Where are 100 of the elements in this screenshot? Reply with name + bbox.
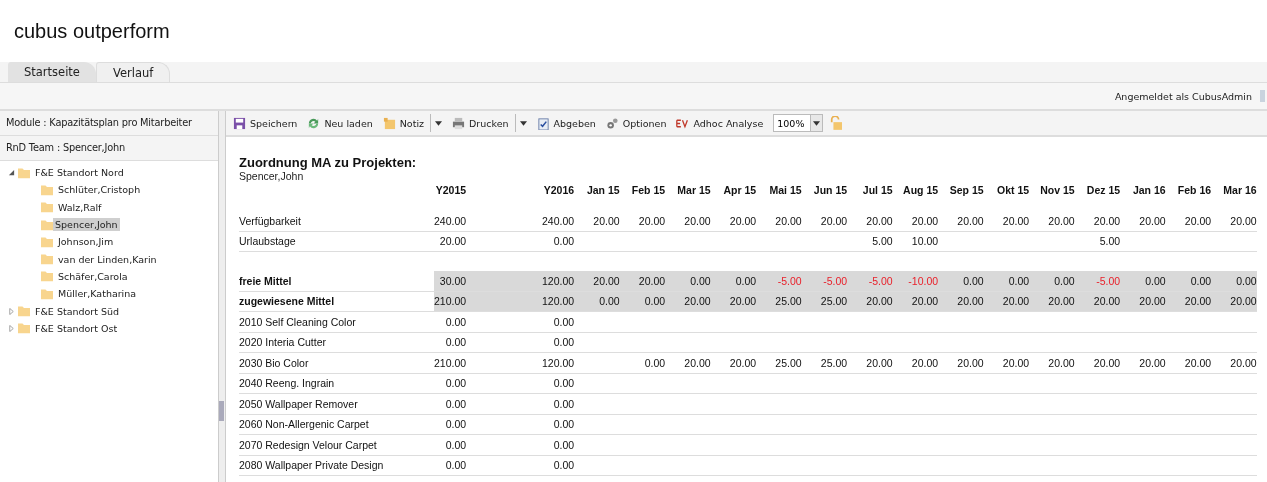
column-header: Nov 15 [1040, 184, 1075, 196]
folder-icon [18, 166, 30, 179]
toolbar-button[interactable]: Notiz [378, 114, 429, 132]
table-cell: -10.00 [908, 274, 939, 287]
table-cell: 0.00 [553, 418, 575, 431]
tree-item[interactable]: Walz,Ralf [56, 200, 104, 214]
table-cell: -5.00 [1096, 274, 1121, 287]
splitter-handle[interactable] [219, 401, 224, 421]
table-cell: 20.00 [775, 214, 802, 227]
tree-item[interactable]: Johnson,Jim [56, 235, 116, 249]
refresh-icon [307, 116, 321, 130]
printer-icon [452, 116, 466, 130]
column-header: Sep 15 [949, 184, 984, 196]
column-header: Jan 15 [586, 184, 620, 196]
caret-icon [813, 120, 821, 126]
expander-icon[interactable] [8, 169, 15, 177]
toolbar-button[interactable]: Abgeben [532, 114, 600, 132]
table-cell: 20.00 [1002, 356, 1030, 369]
tree-item[interactable]: F&E Standort Süd [33, 304, 122, 318]
table-cell: 20.00 [1093, 214, 1121, 227]
table-cell: 20.00 [638, 274, 666, 287]
column-header: Feb 15 [631, 184, 666, 196]
column-header: Okt 15 [997, 184, 1030, 196]
row-label: 2020 Interia Cutter [239, 336, 326, 349]
tab[interactable]: Verlauf [95, 62, 171, 82]
table-cell: 25.00 [775, 356, 802, 369]
row-label: 2040 Reeng. Ingrain [239, 377, 335, 390]
column-header: Aug 15 [903, 184, 939, 196]
lock-icon[interactable] [830, 116, 843, 130]
gears-icon [605, 116, 619, 130]
toolbar-button[interactable]: Adhoc Analyse [672, 114, 768, 132]
table-cell: 20.00 [866, 295, 893, 308]
table-cell: 20.00 [593, 274, 620, 287]
tree-item[interactable]: van der Linden,Karin [56, 252, 159, 266]
row-label: 2060 Non-Allergenic Carpet [239, 418, 369, 431]
toolbar-button[interactable]: Speichern [229, 114, 302, 132]
table-cell: 0.00 [445, 315, 467, 328]
table-cell: 20.00 [439, 235, 467, 248]
tree-item[interactable]: F&E Standort Nord [33, 166, 126, 180]
table-cell: 20.00 [729, 214, 757, 227]
table-cell: 20.00 [957, 295, 984, 308]
table-cell: 5.00 [1099, 235, 1121, 248]
table-cell: 0.00 [553, 438, 575, 451]
table-cell: 0.00 [1190, 274, 1212, 287]
folder-icon [18, 305, 30, 317]
column-header: Jul 15 [862, 184, 893, 196]
table-cell: 240.00 [434, 214, 467, 227]
tree-item[interactable]: Schlüter,Cristoph [56, 183, 143, 197]
table-cell: 20.00 [820, 214, 848, 227]
table-cell: 210.00 [434, 356, 467, 369]
table-cell: 0.00 [1145, 274, 1166, 287]
table-cell: 20.00 [1230, 295, 1257, 308]
toolbar-button[interactable]: Optionen [601, 114, 671, 132]
toolbar-button[interactable]: Drucken [448, 114, 513, 132]
report-title: Zuordnung MA zu Projekten: [239, 155, 418, 170]
table-cell: 0.00 [553, 397, 575, 410]
folder-icon [41, 201, 53, 214]
tree-item[interactable]: Müller,Katharina [56, 287, 139, 301]
report-subtitle: Spencer,John [239, 170, 305, 182]
caret-icon [519, 120, 527, 126]
table-cell: 20.00 [911, 214, 939, 227]
folder-icon [41, 253, 53, 266]
save-icon [233, 116, 246, 130]
row-label: Verfügbarkeit [239, 214, 301, 227]
table-cell: 10.00 [911, 235, 939, 248]
table-cell: 20.00 [684, 356, 711, 369]
folder-icon [41, 287, 53, 300]
zoom-select[interactable]: 100% [773, 114, 824, 132]
table-cell: 20.00 [911, 295, 939, 308]
toolbar-button[interactable]: Neu laden [303, 114, 377, 132]
table-cell: -5.00 [823, 274, 848, 287]
clipboard-check-icon [536, 116, 550, 130]
table-cell: 0.00 [445, 336, 467, 349]
tree-item[interactable]: Schäfer,Carola [56, 269, 130, 283]
table-cell: 20.00 [729, 356, 757, 369]
table-cell: -5.00 [868, 274, 893, 287]
login-status: Angemeldet als CubusAdmin [1114, 90, 1252, 102]
table-cell: 0.00 [735, 274, 757, 287]
column-header: Mai 15 [769, 184, 802, 196]
column-header: Y2016 [543, 184, 575, 196]
tab[interactable]: Startseite [8, 62, 96, 82]
table-cell: 0.00 [1008, 274, 1030, 287]
table-cell: 20.00 [1230, 356, 1257, 369]
table-cell: 0.00 [1236, 274, 1257, 287]
table-cell: 20.00 [866, 214, 893, 227]
table-cell: 20.00 [911, 356, 939, 369]
table-cell: 25.00 [820, 356, 848, 369]
table-cell: 20.00 [957, 356, 984, 369]
tree-item[interactable]: F&E Standort Ost [33, 321, 120, 335]
folder-icon [41, 270, 53, 283]
tree-item[interactable]: Spencer,John [53, 218, 120, 232]
table-cell: 20.00 [1139, 295, 1166, 308]
note-icon [382, 116, 396, 130]
table-cell: 0.00 [445, 459, 467, 472]
column-header: Dez 15 [1086, 184, 1121, 196]
table-cell: 0.00 [553, 336, 575, 349]
table-cell: 0.00 [553, 377, 575, 390]
table-cell: 20.00 [1048, 356, 1075, 369]
folder-icon [41, 235, 53, 248]
folder-icon [18, 322, 30, 335]
